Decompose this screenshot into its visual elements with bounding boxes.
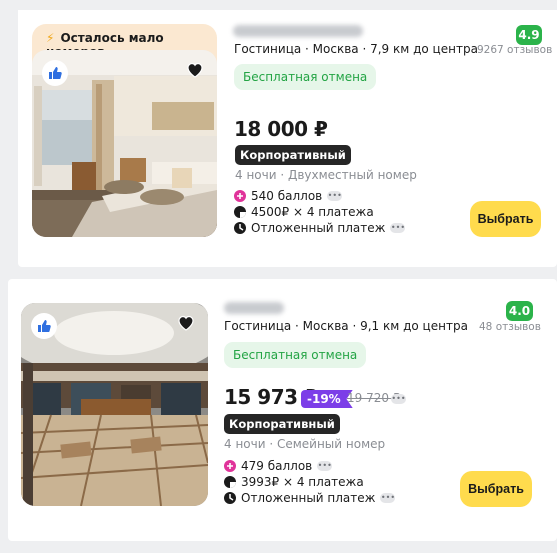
heart-icon[interactable]: [176, 313, 196, 333]
thumbs-up-icon: [31, 313, 57, 339]
reviews-count[interactable]: 48 отзывов: [479, 321, 541, 333]
corporate-tariff-tag: Корпоративный: [224, 414, 340, 434]
more-dots-icon[interactable]: •••: [317, 461, 333, 471]
plus-points-icon: [234, 190, 246, 202]
deferred-payment-icon: [224, 492, 236, 504]
choose-button[interactable]: Выбрать: [460, 471, 532, 507]
deferred-payment-icon: [234, 222, 246, 234]
hotel-name-blurred[interactable]: [233, 25, 363, 37]
bolt-icon: ⚡: [46, 31, 55, 45]
more-dots-icon[interactable]: •••: [327, 191, 343, 201]
points-row: 479 баллов •••: [224, 459, 333, 473]
rating-badge: 4.9: [516, 25, 542, 45]
reviews-count[interactable]: 9267 отзывов: [477, 44, 552, 56]
more-dots-icon[interactable]: •••: [390, 223, 406, 233]
deferred-payment-row: Отложенный платеж •••: [224, 491, 396, 505]
corporate-tariff-tag: Корпоративный: [235, 145, 351, 165]
more-dots-icon[interactable]: •••: [391, 394, 406, 404]
hotel-card-1[interactable]: ⚡Осталось мало номеров: [18, 10, 557, 267]
hotel-meta: Гостиница · Москва · 9,1 км до центра: [224, 319, 468, 333]
deferred-payment-row: Отложенный платеж •••: [234, 221, 406, 235]
free-cancellation-tag: Бесплатная отмена: [234, 64, 377, 90]
thumbs-up-icon: [42, 60, 68, 86]
hotel-photo[interactable]: [32, 50, 217, 237]
free-cancellation-tag: Бесплатная отмена: [224, 342, 367, 368]
room-info: 4 ночи · Семейный номер: [224, 437, 386, 451]
hotel-name-blurred[interactable]: [224, 302, 284, 314]
plus-points-icon: [224, 460, 236, 472]
heart-icon[interactable]: [185, 60, 205, 80]
points-row: 540 баллов •••: [234, 189, 343, 203]
split-payment-icon: [234, 206, 246, 218]
room-info: 4 ночи · Двухместный номер: [235, 168, 417, 182]
split-payment-icon: [224, 476, 236, 488]
more-dots-icon[interactable]: •••: [380, 493, 396, 503]
hotel-meta: Гостиница · Москва · 7,9 км до центра: [234, 42, 478, 56]
rating-badge: 4.0: [506, 301, 533, 321]
hotel-photo[interactable]: [21, 303, 208, 506]
discount-badge: -19%: [301, 390, 353, 408]
price: 18 000 ₽: [234, 117, 328, 141]
hotel-card-2[interactable]: Гостиница · Москва · 9,1 км до центра 4.…: [8, 279, 557, 541]
installments-row: 4500₽ × 4 платежа: [234, 205, 374, 219]
choose-button[interactable]: Выбрать: [470, 201, 541, 237]
installments-row: 3993₽ × 4 платежа: [224, 475, 364, 489]
